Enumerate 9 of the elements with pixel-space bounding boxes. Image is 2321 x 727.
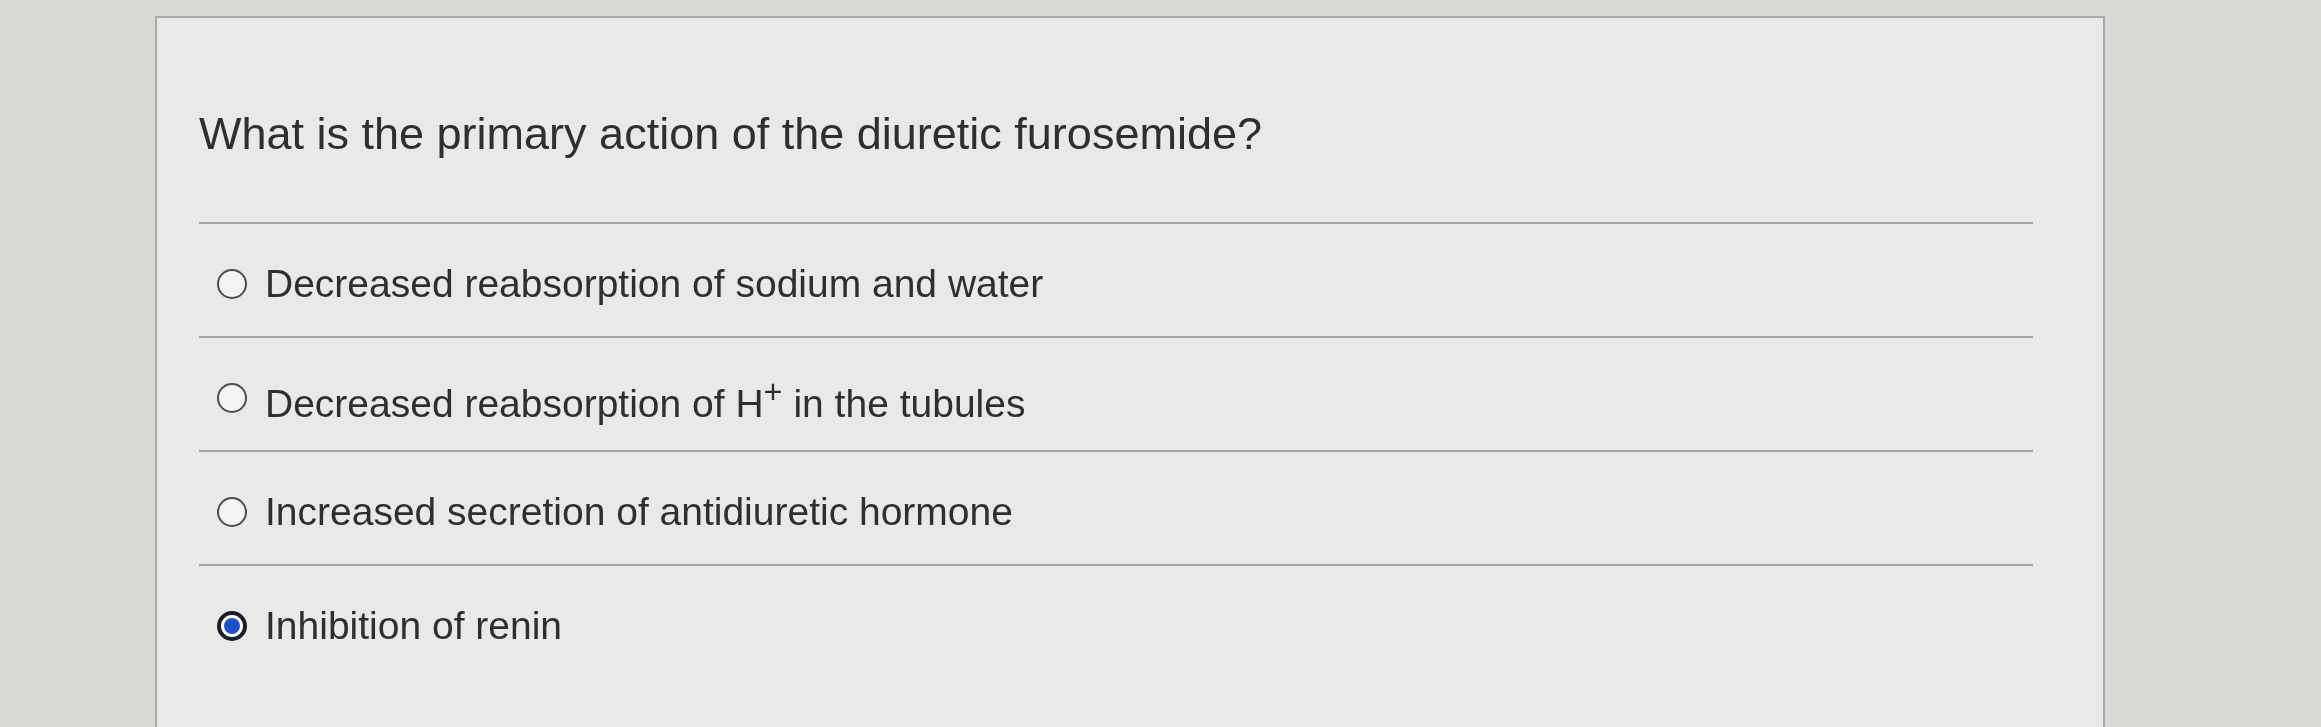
answer-option-label[interactable]: Decreased reabsorption of H$^{+}$ in the tubules [265,367,1026,429]
radio-button[interactable] [217,269,247,299]
question-text: What is the primary action of the diuretic furosemide? [199,107,1262,161]
answer-option-label[interactable]: Increased secretion of antidiuretic hormone [265,487,1013,537]
answer-option-label[interactable]: Decreased reabsorption of sodium and water [265,259,1044,309]
radio-button[interactable] [217,497,247,527]
radio-button[interactable] [217,611,247,641]
answer-option-label[interactable]: Inhibition of renin [265,601,563,651]
radio-button[interactable] [217,383,247,413]
